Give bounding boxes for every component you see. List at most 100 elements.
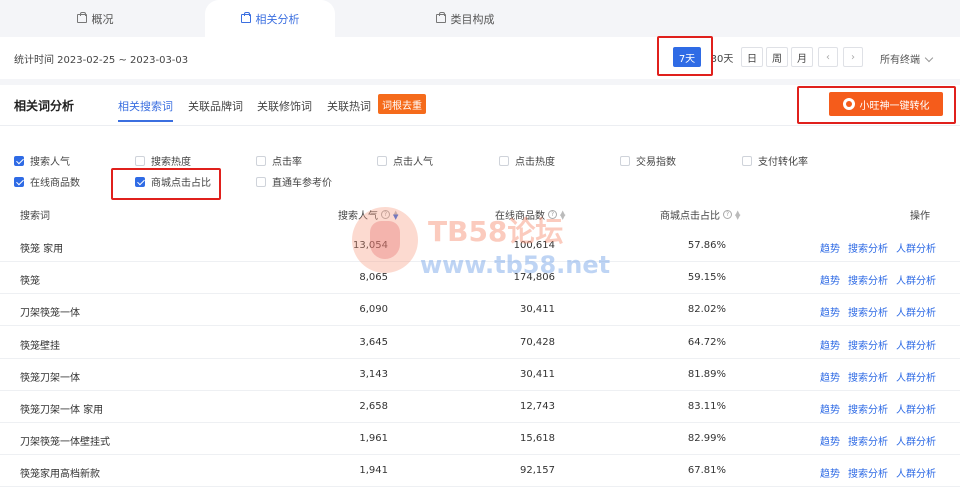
crowd-analysis-link[interactable]: 人群分析 [896,401,936,416]
metric-label: 直通车参考价 [272,178,332,189]
period-30d-button[interactable]: 30天 [709,47,735,67]
cell-online-items: 174,806 [513,272,555,284]
checkbox-icon [620,155,630,166]
cell-search-pop: 6,090 [359,304,388,316]
table-header: 搜索词 搜索人气 ? ▲ ▼ 在线商品数 ? ▲ ▼ 商城点击占比 ? ▲ ▼ 操作 [0,205,960,223]
metric-label: 交易指数 [636,157,676,168]
trend-link[interactable]: 趋势 [820,272,840,287]
table-row: 筷笼壁挂 3,645 70,428 64.72% 趋势 搜索分析 人群分析 [0,327,960,359]
search-analysis-link[interactable]: 搜索分析 [848,304,888,319]
crowd-analysis-link[interactable]: 人群分析 [896,240,936,255]
row-actions: 趋势 搜索分析 人群分析 [820,369,936,384]
metric-checkbox[interactable]: 直通车参考价 [256,174,332,189]
crowd-analysis-link[interactable]: 人群分析 [896,272,936,287]
period-week-button[interactable]: 周 [766,47,788,67]
checkbox-icon [256,176,266,187]
checkbox-icon [135,155,145,166]
trend-link[interactable]: 趋势 [820,433,840,448]
tab-related-analysis[interactable]: 相关分析 [205,0,335,37]
search-analysis-link[interactable]: 搜索分析 [848,337,888,352]
search-analysis-link[interactable]: 搜索分析 [848,369,888,384]
sort-icon[interactable]: ▲ ▼ [735,209,741,220]
next-period-button[interactable]: › [843,47,863,67]
checkbox-icon [499,155,509,166]
bag-icon [240,12,251,23]
cell-keyword: 筷笼刀架一体 家用 [20,405,104,416]
metric-checkbox[interactable]: 商城点击占比 [135,174,211,189]
search-analysis-link[interactable]: 搜索分析 [848,401,888,416]
search-analysis-link[interactable]: 搜索分析 [848,433,888,448]
tab-category[interactable]: 类目构成 [410,0,520,37]
crowd-analysis-link[interactable]: 人群分析 [896,433,936,448]
tab-overview[interactable]: 概况 [40,0,150,37]
sort-icon[interactable]: ▲ ▼ [560,209,566,220]
cell-mall-click: 57.86% [687,240,726,251]
checkbox-icon [14,176,24,187]
checkbox-icon [14,155,24,166]
one-click-convert-button[interactable]: 小旺神一键转化 [829,92,943,116]
cell-online-items: 30,411 [520,368,555,380]
tab-label: 相关分析 [255,12,300,26]
metric-label: 在线商品数 [30,178,80,189]
trend-link[interactable]: 趋势 [820,337,840,352]
period-day-button[interactable]: 日 [741,47,763,67]
section-title: 相关词分析 [14,99,75,113]
top-tabbar: 概况 相关分析 类目构成 [0,0,960,37]
crowd-analysis-link[interactable]: 人群分析 [896,369,936,384]
metric-checkbox[interactable]: 交易指数 [620,153,676,168]
cell-mall-click: 83.11% [687,401,726,412]
trend-link[interactable]: 趋势 [820,369,840,384]
checkbox-icon [256,155,266,166]
trend-link[interactable]: 趋势 [820,465,840,480]
cell-mall-click: 64.72% [687,336,726,348]
metric-checkbox[interactable]: 搜索人气 [14,153,70,168]
subtab-modifier-words[interactable]: 关联修饰词 [257,98,312,114]
period-month-button[interactable]: 月 [791,47,813,67]
table-row: 筷笼刀架一体 3,143 30,411 81.89% 趋势 搜索分析 人群分析 [0,359,960,391]
cell-mall-click: 82.02% [687,304,726,316]
crowd-analysis-link[interactable]: 人群分析 [896,337,936,352]
subtab-search-words[interactable]: 相关搜索词 [118,98,173,122]
help-icon[interactable]: ? [548,210,557,219]
cell-online-items: 92,157 [520,465,555,477]
header-search-pop[interactable]: 搜索人气 ? ▲ ▼ [338,207,399,222]
metric-checkbox[interactable]: 点击热度 [499,153,555,168]
period-7d-button[interactable]: 7天 [673,47,701,67]
terminal-select[interactable]: 所有终端 [880,51,934,66]
help-icon[interactable]: ? [723,210,732,219]
trend-link[interactable]: 趋势 [820,240,840,255]
metric-checkbox[interactable]: 点击率 [256,153,302,168]
sort-icon[interactable]: ▲ ▼ [393,209,399,220]
trend-link[interactable]: 趋势 [820,304,840,319]
metric-checkbox[interactable]: 搜索热度 [135,153,191,168]
header-mall-click[interactable]: 商城点击占比 ? ▲ ▼ [660,207,741,222]
crowd-analysis-link[interactable]: 人群分析 [896,465,936,480]
cell-keyword: 刀架筷笼一体壁挂式 [20,437,110,449]
help-icon[interactable]: ? [381,210,390,219]
search-analysis-link[interactable]: 搜索分析 [848,465,888,480]
tab-label: 类目构成 [450,12,495,26]
header-online-items[interactable]: 在线商品数 ? ▲ ▼ [495,207,566,222]
root-dedupe-button[interactable]: 词根去重 [378,94,426,114]
checkbox-icon [377,155,387,166]
prev-period-button[interactable]: ‹ [818,47,838,67]
metric-checkbox[interactable]: 在线商品数 [14,174,80,189]
subtab-hot-words[interactable]: 关联热词 [327,98,371,114]
metric-checkbox[interactable]: 支付转化率 [742,153,808,168]
cell-mall-click: 59.15% [687,272,726,284]
subtab-brand-words[interactable]: 关联品牌词 [188,98,243,114]
cell-search-pop: 3,143 [359,368,388,380]
trend-link[interactable]: 趋势 [820,401,840,416]
bag-icon [76,12,87,23]
search-analysis-link[interactable]: 搜索分析 [848,272,888,287]
metric-checkbox[interactable]: 点击人气 [377,153,433,168]
row-actions: 趋势 搜索分析 人群分析 [820,272,936,287]
metric-label: 点击人气 [393,157,433,168]
cell-search-pop: 13,054 [353,240,388,251]
row-actions: 趋势 搜索分析 人群分析 [820,433,936,448]
divider [0,125,960,126]
table-row: 筷笼刀架一体 家用 2,658 12,743 83.11% 趋势 搜索分析 人群分析 [0,391,960,423]
crowd-analysis-link[interactable]: 人群分析 [896,304,936,319]
cell-online-items: 15,618 [520,433,555,445]
search-analysis-link[interactable]: 搜索分析 [848,240,888,255]
